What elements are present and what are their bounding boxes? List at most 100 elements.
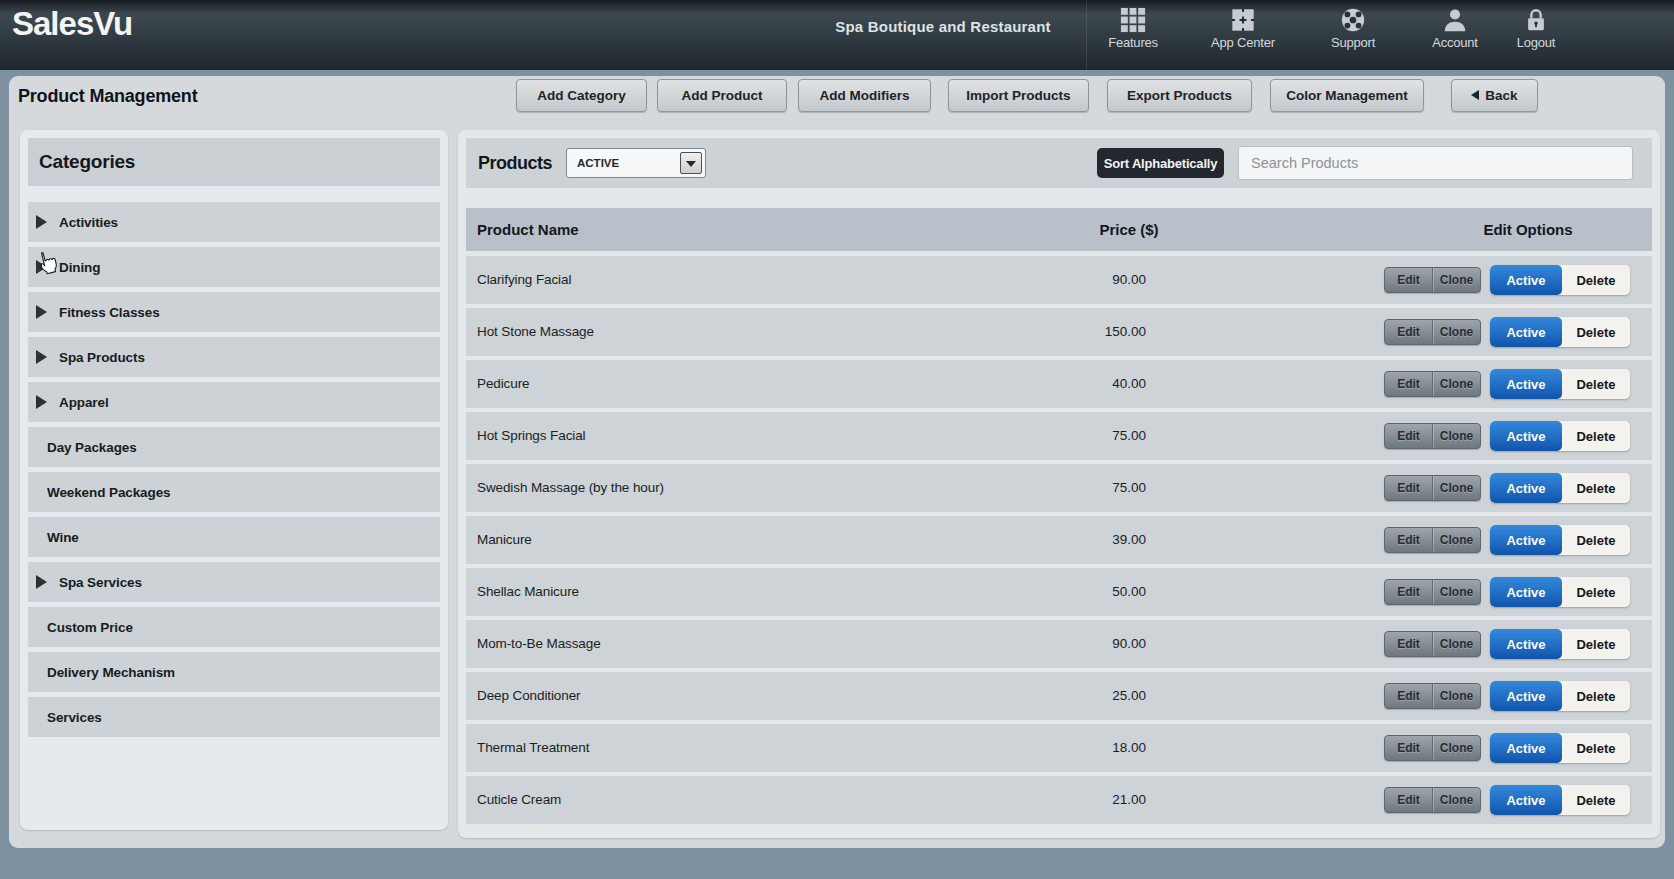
- nav-features[interactable]: Features: [1088, 4, 1178, 66]
- nav-logout[interactable]: Logout: [1491, 4, 1581, 66]
- edit-button[interactable]: Edit: [1385, 528, 1432, 552]
- active-button[interactable]: Active: [1490, 785, 1562, 815]
- active-button[interactable]: Active: [1490, 629, 1562, 659]
- delete-button[interactable]: Delete: [1562, 317, 1630, 347]
- delete-button[interactable]: Delete: [1562, 421, 1630, 451]
- toolbar-button-color-management[interactable]: Color Management: [1270, 79, 1424, 112]
- products-title: Products: [478, 138, 552, 188]
- clone-button[interactable]: Clone: [1433, 788, 1480, 812]
- clone-button[interactable]: Clone: [1433, 580, 1480, 604]
- active-button[interactable]: Active: [1490, 681, 1562, 711]
- search-products-input[interactable]: [1238, 146, 1633, 180]
- category-item-spa-products[interactable]: Spa Products: [28, 337, 440, 377]
- category-item-delivery-mechanism[interactable]: Delivery Mechanism: [28, 652, 440, 692]
- active-button[interactable]: Active: [1490, 577, 1562, 607]
- category-item-weekend-packages[interactable]: Weekend Packages: [28, 472, 440, 512]
- active-button[interactable]: Active: [1490, 317, 1562, 347]
- clone-button[interactable]: Clone: [1433, 684, 1480, 708]
- category-item-day-packages[interactable]: Day Packages: [28, 427, 440, 467]
- product-row: Pedicure 40.00 Edit Clone Active Delete: [466, 360, 1652, 408]
- back-button[interactable]: Back: [1451, 79, 1538, 112]
- edit-button[interactable]: Edit: [1385, 476, 1432, 500]
- store-name: Spa Boutique and Restaurant: [793, 18, 1093, 35]
- category-item-apparel[interactable]: Apparel: [28, 382, 440, 422]
- edit-button[interactable]: Edit: [1385, 372, 1432, 396]
- expand-arrow-icon[interactable]: [36, 305, 47, 319]
- category-item-activities[interactable]: Activities: [28, 202, 440, 242]
- active-button[interactable]: Active: [1490, 421, 1562, 451]
- delete-button[interactable]: Delete: [1562, 681, 1630, 711]
- clone-button[interactable]: Clone: [1433, 424, 1480, 448]
- category-item-wine[interactable]: Wine: [28, 517, 440, 557]
- delete-button[interactable]: Delete: [1562, 369, 1630, 399]
- active-button[interactable]: Active: [1490, 265, 1562, 295]
- edit-button[interactable]: Edit: [1385, 684, 1432, 708]
- products-panel: Products ACTIVE Sort Alphabetically Prod…: [458, 130, 1660, 838]
- toolbar-button-add-modifiers[interactable]: Add Modifiers: [798, 79, 931, 112]
- active-button[interactable]: Active: [1490, 525, 1562, 555]
- active-button[interactable]: Active: [1490, 473, 1562, 503]
- product-row: Hot Stone Massage 150.00 Edit Clone Acti…: [466, 308, 1652, 356]
- category-label: Activities: [59, 215, 118, 230]
- toolbar-button-add-product[interactable]: Add Product: [657, 79, 787, 112]
- nav-app-center[interactable]: App Center: [1193, 4, 1293, 66]
- delete-button[interactable]: Delete: [1562, 525, 1630, 555]
- clone-button[interactable]: Clone: [1433, 372, 1480, 396]
- product-price: 21.00: [996, 776, 1146, 824]
- toolbar-button-import-products[interactable]: Import Products: [948, 79, 1089, 112]
- product-row: Deep Conditioner 25.00 Edit Clone Active…: [466, 672, 1652, 720]
- clone-button[interactable]: Clone: [1433, 632, 1480, 656]
- active-delete-group: Active Delete: [1490, 733, 1630, 763]
- delete-button[interactable]: Delete: [1562, 577, 1630, 607]
- edit-button[interactable]: Edit: [1385, 268, 1432, 292]
- nav-account-label: Account: [1410, 35, 1500, 50]
- nav-logout-label: Logout: [1491, 35, 1581, 50]
- category-item-services[interactable]: Services: [28, 697, 440, 737]
- category-item-fitness-classes[interactable]: Fitness Classes: [28, 292, 440, 332]
- categories-panel: Categories Activities Dining Fitness Cla…: [20, 130, 448, 830]
- nav-account[interactable]: Account: [1410, 4, 1500, 66]
- active-button[interactable]: Active: [1490, 733, 1562, 763]
- category-item-spa-services[interactable]: Spa Services: [28, 562, 440, 602]
- expand-arrow-icon[interactable]: [36, 260, 47, 274]
- delete-button[interactable]: Delete: [1562, 629, 1630, 659]
- edit-button[interactable]: Edit: [1385, 320, 1432, 344]
- expand-arrow-icon[interactable]: [36, 215, 47, 229]
- category-item-dining[interactable]: Dining: [28, 247, 440, 287]
- product-name: Thermal Treatment: [477, 724, 589, 772]
- category-label: Apparel: [59, 395, 109, 410]
- nav-support-label: Support: [1308, 35, 1398, 50]
- delete-button[interactable]: Delete: [1562, 785, 1630, 815]
- edit-button[interactable]: Edit: [1385, 424, 1432, 448]
- nav-support[interactable]: Support: [1308, 4, 1398, 66]
- edit-button[interactable]: Edit: [1385, 632, 1432, 656]
- edit-button[interactable]: Edit: [1385, 580, 1432, 604]
- nav-app-center-label: App Center: [1193, 35, 1293, 50]
- categories-list: Activities Dining Fitness Classes Spa Pr…: [28, 202, 440, 742]
- expand-arrow-icon[interactable]: [36, 395, 47, 409]
- delete-button[interactable]: Delete: [1562, 473, 1630, 503]
- toolbar-button-add-category[interactable]: Add Category: [516, 79, 647, 112]
- clone-button[interactable]: Clone: [1433, 268, 1480, 292]
- delete-button[interactable]: Delete: [1562, 733, 1630, 763]
- clone-button[interactable]: Clone: [1433, 320, 1480, 344]
- salesvu-logo[interactable]: SalesVu: [12, 5, 132, 43]
- clone-button[interactable]: Clone: [1433, 476, 1480, 500]
- category-label: Fitness Classes: [59, 305, 160, 320]
- clone-button[interactable]: Clone: [1433, 528, 1480, 552]
- expand-arrow-icon[interactable]: [36, 575, 47, 589]
- expand-arrow-icon[interactable]: [36, 350, 47, 364]
- dropdown-button[interactable]: [680, 152, 702, 174]
- edit-clone-group: Edit Clone: [1384, 527, 1481, 553]
- toolbar-button-export-products[interactable]: Export Products: [1107, 79, 1252, 112]
- edit-button[interactable]: Edit: [1385, 788, 1432, 812]
- product-name: Deep Conditioner: [477, 672, 580, 720]
- status-filter-dropdown[interactable]: ACTIVE: [566, 148, 706, 178]
- product-row: Swedish Massage (by the hour) 75.00 Edit…: [466, 464, 1652, 512]
- delete-button[interactable]: Delete: [1562, 265, 1630, 295]
- active-button[interactable]: Active: [1490, 369, 1562, 399]
- sort-alphabetically-button[interactable]: Sort Alphabetically: [1097, 148, 1224, 178]
- clone-button[interactable]: Clone: [1433, 736, 1480, 760]
- edit-button[interactable]: Edit: [1385, 736, 1432, 760]
- category-item-custom-price[interactable]: Custom Price: [28, 607, 440, 647]
